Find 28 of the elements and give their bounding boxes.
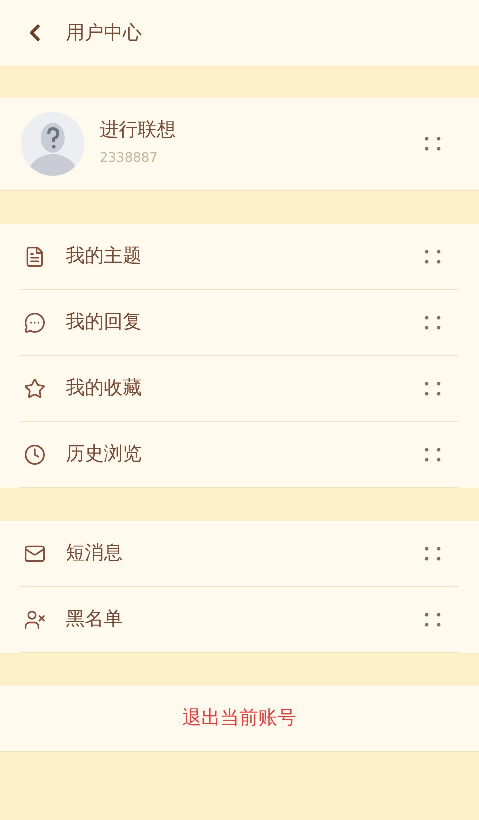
chat-bubble-icon [24, 312, 46, 334]
clock-icon [24, 444, 46, 466]
dots-icon [424, 446, 442, 462]
menu-item[interactable]: 短消息 [20, 521, 459, 587]
profile-row[interactable]: 进行联想 2338887 [0, 98, 479, 191]
dots-icon [424, 136, 442, 152]
document-icon [24, 246, 46, 268]
menu-item[interactable]: 我的主题 [20, 224, 459, 290]
user-name: 进行联想 [100, 119, 177, 144]
logout-button[interactable]: 退出当前账号 [174, 704, 304, 733]
dots-icon [424, 380, 442, 396]
menu-label: 短消息 [66, 541, 124, 566]
page-title: 用户中心 [66, 20, 142, 46]
menu-label: 历史浏览 [66, 442, 143, 468]
menu-item[interactable]: 我的收藏 [20, 356, 459, 422]
dots-icon [424, 314, 442, 330]
dots-icon [424, 612, 442, 628]
menu-label: 我的收藏 [66, 376, 143, 402]
star-icon [24, 378, 46, 400]
dots-icon [424, 546, 442, 562]
dots-icon [424, 248, 442, 264]
user-x-icon [24, 608, 46, 630]
menu-label: 黑名单 [66, 607, 124, 632]
menu-label: 我的主题 [66, 244, 143, 270]
avatar-icon [21, 112, 85, 176]
user-id: 2338887 [100, 150, 159, 168]
menu-item[interactable]: 我的回复 [20, 290, 459, 356]
menu-label: 我的回复 [66, 310, 143, 336]
